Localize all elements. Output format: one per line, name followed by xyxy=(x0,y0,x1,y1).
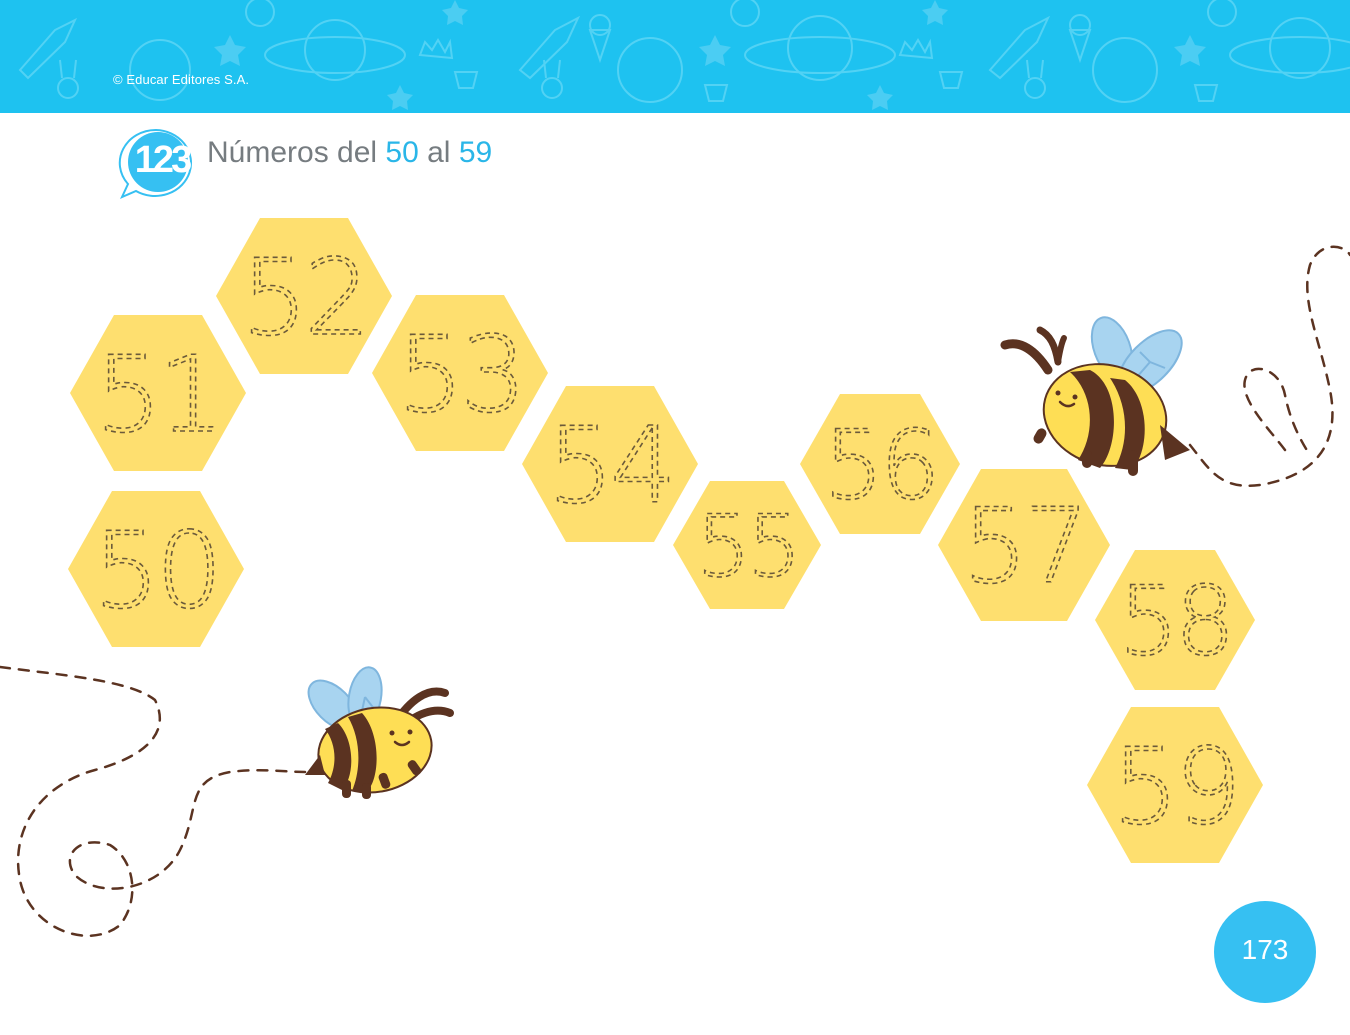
hexagon-59: 59 xyxy=(1087,707,1263,863)
traceable-number[interactable]: 55 xyxy=(695,496,802,598)
hexagon-50: 50 xyxy=(68,491,244,647)
page-number: 173 xyxy=(1241,934,1289,965)
hexagon-55: 55 xyxy=(673,481,821,609)
traceable-number[interactable]: 57 xyxy=(962,486,1091,608)
traceable-number[interactable]: 52 xyxy=(240,236,371,360)
hexagon-58: 58 xyxy=(1095,550,1255,690)
hexagon-56: 56 xyxy=(800,394,960,534)
hexagon-51: 51 xyxy=(70,315,246,471)
hexagon-52: 52 xyxy=(216,218,392,374)
hexagon-53: 53 xyxy=(372,295,548,451)
hexagon-layer: 50 5152535455565758 59 xyxy=(68,218,1263,863)
honeycomb-stage: 50 5152535455565758 59 xyxy=(0,218,1350,937)
page-number-badge: 173 xyxy=(1214,901,1316,1003)
bee-trail-right xyxy=(1188,245,1350,488)
bee-right xyxy=(1000,316,1190,476)
traceable-number[interactable]: 56 xyxy=(823,410,941,522)
hexagon-54: 54 xyxy=(522,386,698,542)
traceable-number[interactable]: 59 xyxy=(1111,725,1242,849)
traceable-number[interactable]: 51 xyxy=(94,333,225,457)
traceable-number[interactable]: 54 xyxy=(546,404,677,528)
traceable-number[interactable]: 50 xyxy=(92,509,223,633)
hexagon-57: 57 xyxy=(938,469,1110,621)
traceable-number[interactable]: 53 xyxy=(396,313,527,437)
bee-left xyxy=(305,666,454,799)
bee-trail-left xyxy=(0,665,307,937)
traceable-number[interactable]: 58 xyxy=(1118,566,1236,678)
